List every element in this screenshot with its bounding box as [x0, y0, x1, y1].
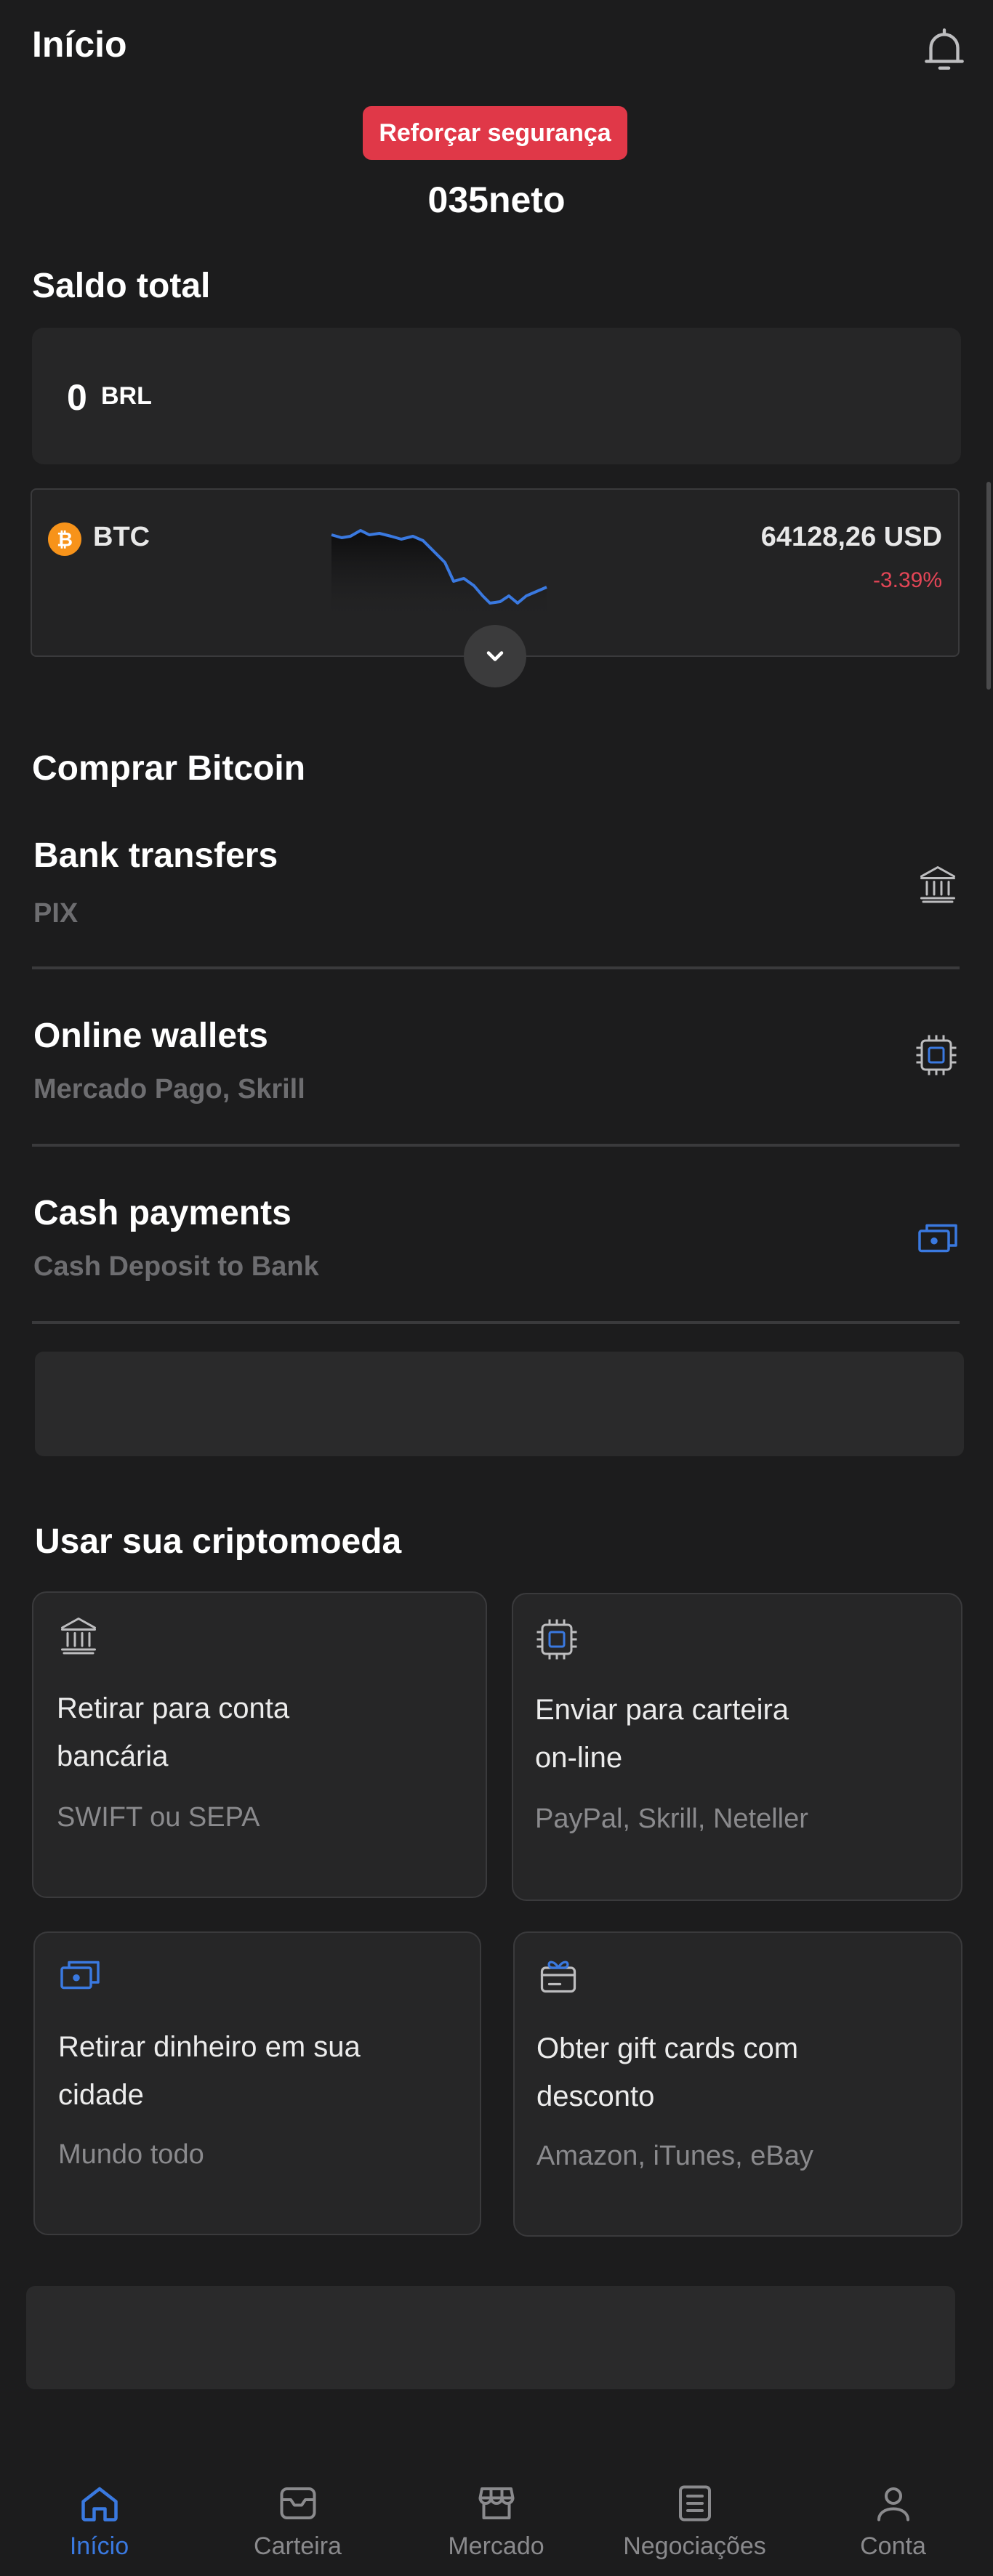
balance-currency: BRL [101, 382, 152, 410]
price-sparkline [331, 529, 547, 616]
svg-text:₿: ₿ [57, 529, 73, 552]
tile-title: Retirar dinheiro em sua [58, 2031, 361, 2063]
use-section-title: Usar sua criptomoeda [35, 1522, 402, 1561]
chip-icon [536, 1619, 577, 1660]
cash-icon [60, 1961, 100, 1990]
tile-title: cidade [58, 2079, 144, 2111]
page-title: Início [32, 24, 127, 65]
home-icon [81, 2487, 118, 2522]
security-badge[interactable]: Reforçar segurança [363, 106, 627, 160]
balance-section-title: Saldo total [32, 267, 211, 305]
tile-gift-cards[interactable]: Obter gift cards com desconto Amazon, iT… [513, 1931, 962, 2237]
expand-assets-button[interactable] [464, 625, 526, 687]
promo-placeholder-bottom [26, 2286, 955, 2389]
tile-send-wallet[interactable]: Enviar para carteira on-line PayPal, Skr… [512, 1593, 962, 1901]
tile-withdraw-cash[interactable]: Retirar dinheiro em sua cidade Mundo tod… [33, 1931, 481, 2235]
nav-item-carteira[interactable]: Carteira [198, 2482, 397, 2561]
promo-placeholder [35, 1352, 964, 1456]
cash-icon [918, 1224, 957, 1253]
balance-card [32, 328, 961, 464]
payment-method-title: Bank transfers [33, 836, 278, 875]
bank-icon [920, 866, 955, 903]
nav-label: Carteira [254, 2532, 342, 2560]
tile-title: Enviar para carteira [535, 1694, 789, 1726]
nav-item-negociacoes[interactable]: Negociações [595, 2482, 794, 2561]
payment-method-subtitle: Cash Deposit to Bank [33, 1251, 319, 1282]
bitcoin-icon: ₿ [48, 522, 81, 556]
account-icon [877, 2487, 909, 2522]
tile-title: desconto [536, 2080, 655, 2112]
market-icon [478, 2487, 514, 2519]
trades-icon [678, 2485, 711, 2522]
tile-title: Obter gift cards com [536, 2032, 799, 2064]
nav-label: Negociações [623, 2532, 766, 2560]
payment-method-title: Online wallets [33, 1017, 268, 1055]
tile-subtitle: Mundo todo [58, 2139, 204, 2170]
nav-label: Início [69, 2532, 129, 2560]
tile-title: on-line [535, 1742, 623, 1774]
nav-label: Conta [860, 2532, 926, 2560]
tile-title: Retirar para conta [57, 1692, 290, 1724]
tile-subtitle: PayPal, Skrill, Neteller [535, 1804, 808, 1834]
nav-item-mercado[interactable]: Mercado [397, 2482, 595, 2561]
tile-title: bancária [57, 1740, 169, 1772]
asset-price: 64128,26 USD [760, 522, 942, 552]
chevron-down-icon [486, 651, 504, 661]
payment-method-online-wallets[interactable]: Online wallets Mercado Pago, Skrill [32, 966, 960, 1147]
nav-item-inicio[interactable]: Início [0, 2482, 198, 2561]
tile-subtitle: Amazon, iTunes, eBay [536, 2141, 813, 2171]
payment-method-subtitle: Mercado Pago, Skrill [33, 1074, 305, 1105]
payment-method-subtitle: PIX [33, 898, 79, 929]
payment-method-title: Cash payments [33, 1194, 292, 1232]
username: 035neto [427, 179, 566, 220]
scrollbar[interactable] [986, 482, 991, 690]
nav-label: Mercado [448, 2532, 544, 2560]
gift-card-icon [540, 1961, 576, 1993]
bank-icon [61, 1618, 96, 1655]
tile-withdraw-bank[interactable]: Retirar para conta bancária SWIFT ou SEP… [32, 1591, 487, 1898]
asset-change: -3.39% [872, 568, 942, 592]
tile-subtitle: SWIFT ou SEPA [57, 1802, 260, 1833]
balance-value: 0 [67, 377, 87, 418]
bell-icon[interactable] [917, 23, 971, 77]
buy-section-title: Comprar Bitcoin [32, 749, 306, 788]
payment-method-bank-transfers[interactable]: Bank transfers PIX [32, 789, 960, 969]
nav-item-conta[interactable]: Conta [794, 2482, 992, 2561]
chip-icon [916, 1035, 957, 1075]
payment-method-cash-payments[interactable]: Cash payments Cash Deposit to Bank [32, 1144, 960, 1324]
asset-symbol: BTC [93, 522, 150, 552]
wallet-icon [280, 2487, 315, 2519]
